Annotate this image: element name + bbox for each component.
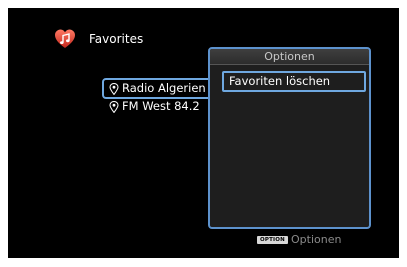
station-name: Radio Algerien [122,81,206,95]
tv-screen: Favorites Radio Algerien FM West 84.2 Op… [8,8,399,258]
options-popup: Optionen Favoriten löschen [208,47,371,229]
location-pin-icon [109,101,119,113]
station-name: FM West 84.2 [122,99,200,113]
option-hint-label: Optionen [290,232,342,246]
options-popup-title: Optionen [210,49,369,65]
heart-music-note-icon [55,29,75,48]
delete-favorites-option[interactable]: Favoriten löschen [222,71,366,92]
option-button-hint: OPTION Optionen [257,229,341,245]
page-title: Favorites [89,32,144,46]
location-pin-icon [109,83,119,95]
option-key-badge: OPTION [257,235,288,244]
